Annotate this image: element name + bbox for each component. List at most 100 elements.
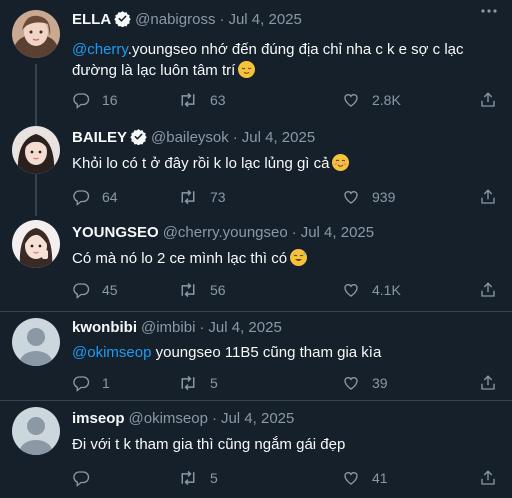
like-button[interactable]: 4.1K	[342, 280, 401, 300]
avatar[interactable]	[12, 407, 60, 455]
retweet-icon	[181, 189, 195, 205]
timestamp[interactable]: Jul 4, 2025	[301, 224, 374, 241]
retweet-count: 63	[210, 92, 226, 108]
reply-count: 45	[102, 282, 118, 298]
like-button[interactable]: 2.8K	[342, 90, 401, 110]
tweet-actions: 64 73 939	[72, 187, 502, 207]
handle[interactable]: @cherry.youngseo	[163, 224, 288, 241]
tweet-text: @cherry.youngseo nhớ đến đúng địa chỉ nh…	[72, 41, 464, 79]
more-options-icon[interactable]	[480, 2, 498, 20]
like-button[interactable]: 41	[342, 468, 388, 488]
reply-icon	[73, 283, 90, 299]
retweet-icon	[181, 375, 195, 391]
handle[interactable]: @okimseop	[129, 410, 208, 427]
like-count: 39	[372, 375, 388, 391]
avatar[interactable]	[12, 220, 60, 268]
like-count: 939	[372, 189, 396, 205]
reply-button[interactable]: 16	[72, 90, 118, 110]
reply-button[interactable]	[72, 468, 102, 488]
retweet-count: 5	[210, 470, 218, 486]
heart-icon	[344, 94, 358, 107]
share-icon	[481, 282, 495, 297]
relieved-face-icon	[238, 61, 256, 78]
verified-badge-icon	[130, 128, 147, 151]
display-name[interactable]: YOUNGSEO	[72, 224, 159, 241]
tweet-header: kwonbibi @imbibi · Jul 4, 2025	[72, 318, 282, 338]
retweet-icon	[181, 92, 195, 108]
timestamp[interactable]: Jul 4, 2025	[221, 410, 294, 427]
handle[interactable]: @baileysok	[151, 129, 229, 146]
timestamp[interactable]: Jul 4, 2025	[208, 319, 281, 336]
tweet-actions: 1 5 39	[72, 373, 502, 393]
separator: ·	[232, 129, 238, 146]
share-button[interactable]	[479, 90, 497, 110]
share-button[interactable]	[479, 373, 497, 393]
avatar[interactable]	[12, 10, 60, 58]
separator: ·	[291, 224, 297, 241]
tweet-header: YOUNGSEO @cherry.youngseo · Jul 4, 2025	[72, 223, 374, 243]
tweet-actions: 5 41	[72, 468, 502, 488]
verified-badge-icon	[114, 10, 131, 33]
smiling-face-icon	[332, 154, 350, 171]
share-icon	[481, 470, 495, 485]
retweet-button[interactable]: 73	[178, 187, 226, 207]
mention-link[interactable]: @cherry	[72, 41, 128, 58]
retweet-icon	[181, 282, 195, 298]
display-name[interactable]: kwonbibi	[72, 319, 137, 336]
heart-icon	[344, 191, 358, 204]
reply-icon	[73, 376, 90, 392]
reply-count: 1	[102, 375, 110, 391]
heart-icon	[344, 284, 358, 297]
timestamp[interactable]: Jul 4, 2025	[242, 129, 315, 146]
tweet-kwonbibi[interactable]: kwonbibi @imbibi · Jul 4, 2025 @okimseop yo…	[0, 312, 512, 400]
retweet-button[interactable]: 56	[178, 280, 226, 300]
handle[interactable]: @imbibi	[141, 319, 195, 336]
tweet-text: @okimseop youngseo 11B5 cũng tham gia kì…	[72, 344, 382, 361]
display-name[interactable]: ELLA	[72, 11, 111, 28]
retweet-count: 73	[210, 189, 226, 205]
retweet-button[interactable]: 5	[178, 468, 218, 488]
separator: ·	[211, 410, 217, 427]
tweet-actions: 45 56 4.1K	[72, 280, 502, 300]
like-button[interactable]: 39	[342, 373, 388, 393]
share-button[interactable]	[479, 280, 497, 300]
tweet-imseop[interactable]: imseop @okimseop · Jul 4, 2025 Đi với t k t…	[0, 401, 512, 498]
sweat-smile-face-icon	[290, 249, 308, 266]
retweet-button[interactable]: 5	[178, 373, 218, 393]
separator: ·	[219, 11, 225, 28]
retweet-count: 5	[210, 375, 218, 391]
reply-count: 16	[102, 92, 118, 108]
share-button[interactable]	[479, 468, 497, 488]
tweet-header: imseop @okimseop · Jul 4, 2025	[72, 409, 294, 429]
separator: ·	[199, 319, 205, 336]
tweet-text: Đi với t k tham gia thì cũng ngắm gái đẹ…	[72, 436, 346, 453]
reply-button[interactable]: 45	[72, 280, 118, 300]
heart-icon	[344, 472, 358, 485]
avatar[interactable]	[12, 126, 60, 174]
reply-button[interactable]: 1	[72, 373, 110, 393]
tweet-header: BAILEY @baileysok · Jul 4, 2025	[72, 128, 315, 148]
share-icon	[481, 92, 495, 107]
retweet-icon	[181, 470, 195, 486]
display-name[interactable]: BAILEY	[72, 129, 127, 146]
handle[interactable]: @nabigross	[135, 11, 215, 28]
share-button[interactable]	[479, 187, 497, 207]
share-icon	[481, 189, 495, 204]
reply-icon	[73, 93, 90, 109]
timestamp[interactable]: Jul 4, 2025	[228, 11, 301, 28]
share-icon	[481, 375, 495, 390]
mention-link[interactable]: @okimseop	[72, 344, 151, 361]
heart-icon	[344, 377, 358, 390]
tweet-header: ELLA @nabigross · Jul 4, 2025	[72, 10, 302, 30]
tweet-bailey[interactable]: BAILEY @baileysok · Jul 4, 2025 Khỏi lo có …	[0, 120, 512, 220]
display-name[interactable]: imseop	[72, 410, 125, 427]
like-button[interactable]: 939	[342, 187, 395, 207]
like-count: 4.1K	[372, 282, 401, 298]
tweet-ella[interactable]: ELLA @nabigross · Jul 4, 2025 @cherry.young…	[0, 0, 512, 120]
reply-count: 64	[102, 189, 118, 205]
tweet-youngseo[interactable]: YOUNGSEO @cherry.youngseo · Jul 4, 2025 Có …	[0, 220, 512, 310]
reply-button[interactable]: 64	[72, 187, 118, 207]
avatar[interactable]	[12, 318, 60, 366]
retweet-button[interactable]: 63	[178, 90, 226, 110]
tweet-text: Khỏi lo có t ở đây rồi k lo lạc lủng gì …	[72, 153, 492, 174]
